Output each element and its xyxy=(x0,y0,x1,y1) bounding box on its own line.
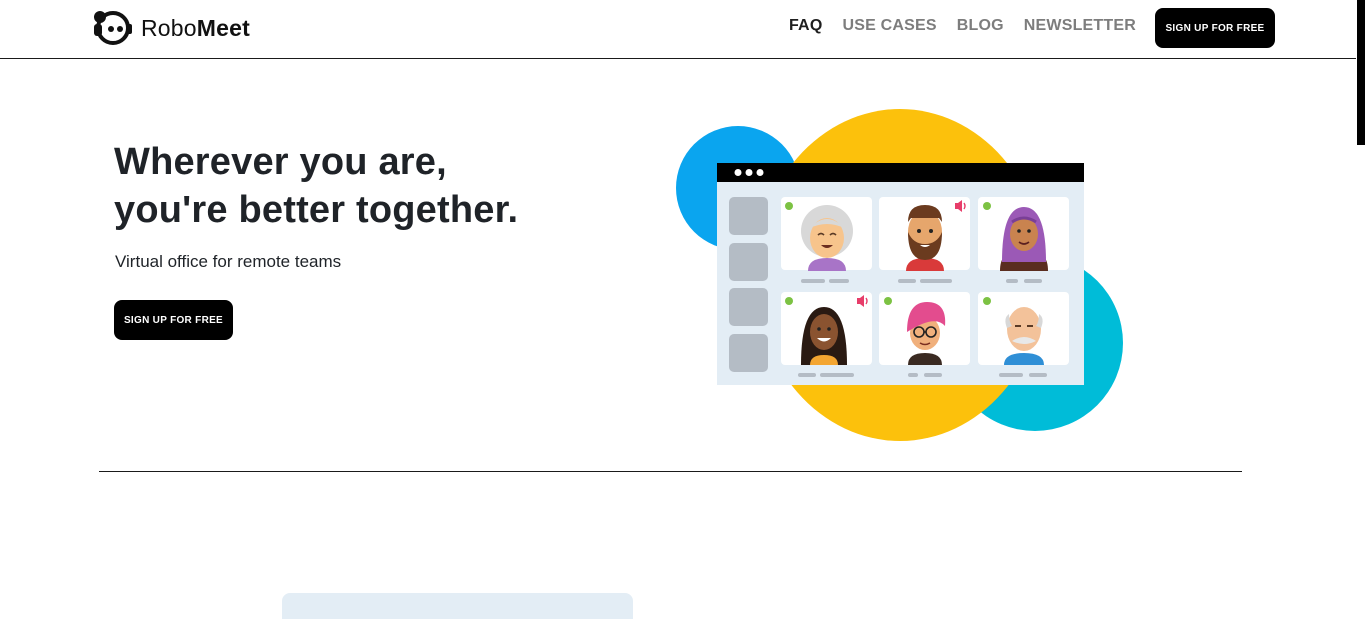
brand-logo[interactable]: RoboMeet xyxy=(91,8,250,48)
bearded-man-avatar xyxy=(906,205,944,271)
main-nav: FAQ USE CASES BLOG NEWSLETTER xyxy=(789,17,1136,35)
online-dot xyxy=(884,297,892,305)
online-dot xyxy=(785,202,793,210)
video-call-illustration xyxy=(676,109,1123,441)
robot-head-icon xyxy=(94,11,132,45)
online-dot xyxy=(785,297,793,305)
nav-faq[interactable]: FAQ xyxy=(789,17,823,35)
hero-title: Wherever you are, you're better together… xyxy=(114,138,518,234)
participant-tile xyxy=(978,292,1069,377)
online-dot xyxy=(983,202,991,210)
brand-name-prefix: Robo xyxy=(141,14,197,41)
online-dot xyxy=(983,297,991,305)
site-header: RoboMeet FAQ USE CASES BLOG NEWSLETTER S… xyxy=(0,0,1356,59)
hero-title-line2: you're better together. xyxy=(114,189,519,231)
scrollbar-thumb[interactable] xyxy=(1357,0,1365,145)
nav-use-cases[interactable]: USE CASES xyxy=(842,17,936,35)
hero-subtitle: Virtual office for remote teams xyxy=(115,252,342,271)
nav-blog[interactable]: BLOG xyxy=(957,17,1004,35)
participant-tile xyxy=(879,292,970,377)
hero-title-line1: Wherever you are, xyxy=(114,141,447,183)
participant-tile xyxy=(781,292,872,377)
section-divider xyxy=(99,471,1242,472)
nav-newsletter[interactable]: NEWSLETTER xyxy=(1024,17,1136,35)
brand-name: RoboMeet xyxy=(141,15,250,42)
brand-name-bold: Meet xyxy=(196,14,250,41)
content-card xyxy=(282,593,633,619)
header-signup-button[interactable]: SIGN UP FOR FREE xyxy=(1155,8,1275,48)
hero-signup-button[interactable]: SIGN UP FOR FREE xyxy=(114,300,233,340)
